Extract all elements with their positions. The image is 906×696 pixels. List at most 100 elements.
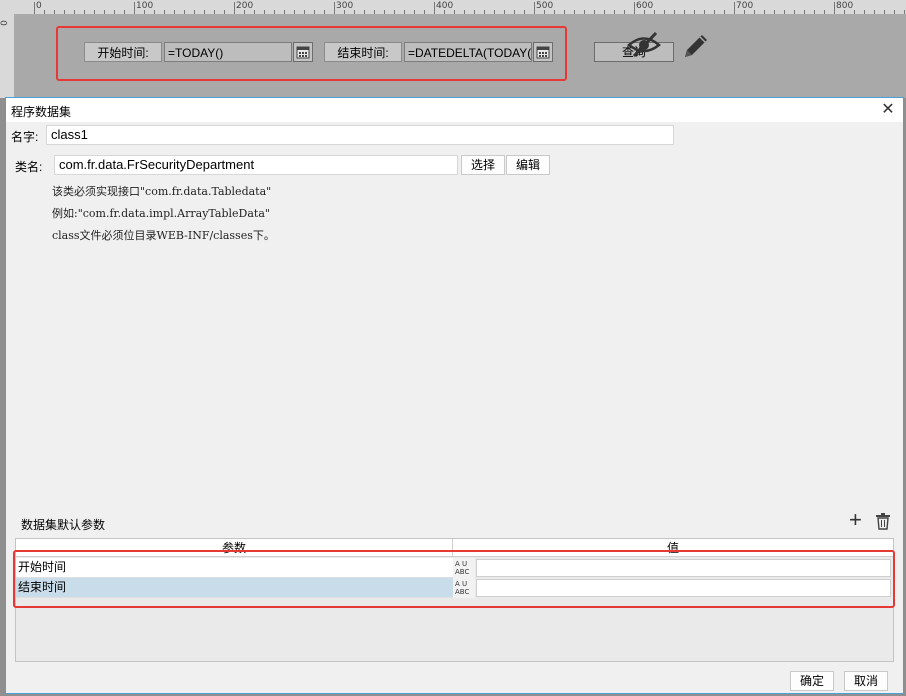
class-input[interactable]: com.fr.data.FrSecurityDepartment bbox=[54, 155, 458, 175]
close-icon[interactable]: ✕ bbox=[879, 101, 897, 119]
ruler-tick bbox=[304, 10, 305, 14]
ruler-tick bbox=[274, 10, 275, 14]
ruler-tick bbox=[44, 10, 45, 14]
ruler-tick bbox=[224, 10, 225, 14]
hint-line: class文件必须位目录WEB-INF/classes下。 bbox=[52, 229, 275, 242]
ruler-tick bbox=[194, 10, 195, 14]
ruler-tick bbox=[744, 10, 745, 14]
name-input[interactable]: class1 bbox=[46, 125, 674, 145]
ruler-tick bbox=[144, 10, 145, 14]
ruler-tick bbox=[434, 2, 435, 14]
left-ruler: 0 bbox=[0, 14, 15, 98]
ruler-tick bbox=[454, 10, 455, 14]
eye-hidden-icon[interactable] bbox=[626, 30, 662, 58]
top-ruler: 0 100 200 300 400 500 600 700 800 bbox=[0, 0, 906, 15]
ruler-tick bbox=[264, 10, 265, 14]
ruler-tick bbox=[134, 2, 135, 14]
ruler-tick bbox=[154, 10, 155, 14]
ruler-tick bbox=[504, 10, 505, 14]
select-button[interactable]: 选择 bbox=[461, 155, 505, 175]
ruler-tick bbox=[724, 10, 725, 14]
ruler-tick bbox=[474, 10, 475, 14]
ruler-tick bbox=[704, 10, 705, 14]
ruler-tick bbox=[884, 10, 885, 14]
name-label: 名字: bbox=[11, 130, 39, 144]
ruler-tick bbox=[874, 10, 875, 14]
highlight-box-params-table bbox=[13, 550, 895, 608]
params-section-title: 数据集默认参数 bbox=[21, 518, 106, 532]
ruler-tick bbox=[614, 10, 615, 14]
ruler-tick bbox=[114, 10, 115, 14]
ruler-tick bbox=[734, 2, 735, 14]
ruler-tick bbox=[684, 10, 685, 14]
ruler-tick bbox=[94, 10, 95, 14]
ruler-tick bbox=[804, 10, 805, 14]
ruler-tick bbox=[574, 10, 575, 14]
hint-line: 该类必须实现接口"com.fr.data.Tabledata" bbox=[52, 185, 272, 198]
ruler-tick bbox=[314, 10, 315, 14]
ok-button[interactable]: 确定 bbox=[790, 671, 834, 691]
ruler-tick bbox=[254, 10, 255, 14]
ruler-tick bbox=[894, 10, 895, 14]
ruler-tick bbox=[634, 2, 635, 14]
ruler-tick bbox=[174, 10, 175, 14]
ruler-tick bbox=[394, 10, 395, 14]
ruler-tick bbox=[604, 10, 605, 14]
ruler-tick bbox=[644, 10, 645, 14]
ruler-tick bbox=[664, 10, 665, 14]
ruler-tick bbox=[124, 10, 125, 14]
ruler-tick bbox=[694, 10, 695, 14]
cancel-button[interactable]: 取消 bbox=[844, 671, 888, 691]
dialog-title: 程序数据集 bbox=[11, 105, 72, 119]
ruler-tick bbox=[34, 2, 35, 14]
edit-button[interactable]: 编辑 bbox=[506, 155, 550, 175]
ruler-tick bbox=[324, 10, 325, 14]
ruler-tick bbox=[104, 10, 105, 14]
ruler-label: 0 bbox=[36, 1, 42, 11]
ruler-tick bbox=[864, 10, 865, 14]
add-icon[interactable]: + bbox=[849, 508, 862, 532]
ruler-tick bbox=[384, 10, 385, 14]
ruler-tick bbox=[834, 2, 835, 14]
ruler-tick bbox=[244, 10, 245, 14]
ruler-tick bbox=[814, 10, 815, 14]
ruler-tick bbox=[564, 10, 565, 14]
hint-line: 例如:"com.fr.data.impl.ArrayTableData" bbox=[52, 207, 270, 220]
trash-icon[interactable] bbox=[875, 512, 891, 530]
ruler-tick bbox=[164, 10, 165, 14]
ruler-tick bbox=[484, 10, 485, 14]
ruler-tick bbox=[234, 2, 235, 14]
ruler-tick bbox=[354, 10, 355, 14]
ruler-tick bbox=[624, 10, 625, 14]
ruler-tick bbox=[64, 10, 65, 14]
ruler-tick bbox=[204, 10, 205, 14]
ruler-tick bbox=[404, 10, 405, 14]
ruler-tick bbox=[534, 2, 535, 14]
ruler-tick bbox=[674, 10, 675, 14]
ruler-label: 0 bbox=[0, 20, 10, 26]
ruler-tick bbox=[334, 2, 335, 14]
ruler-tick bbox=[764, 10, 765, 14]
ruler-tick bbox=[554, 10, 555, 14]
ruler-tick bbox=[544, 10, 545, 14]
ruler-tick bbox=[344, 10, 345, 14]
ruler-tick bbox=[284, 10, 285, 14]
ruler-tick bbox=[794, 10, 795, 14]
ruler-tick bbox=[524, 10, 525, 14]
ruler-tick bbox=[594, 10, 595, 14]
ruler-tick bbox=[714, 10, 715, 14]
ruler-tick bbox=[774, 10, 775, 14]
ruler-tick bbox=[424, 10, 425, 14]
pencil-icon[interactable] bbox=[680, 30, 712, 62]
ruler-tick bbox=[854, 10, 855, 14]
class-label: 类名: bbox=[15, 160, 43, 174]
ruler-tick bbox=[184, 10, 185, 14]
highlight-box-parameters bbox=[56, 26, 567, 81]
ruler-tick bbox=[54, 10, 55, 14]
ruler-tick bbox=[84, 10, 85, 14]
ruler-tick bbox=[784, 10, 785, 14]
program-dataset-dialog: 程序数据集 ✕ 名字: class1 类名: com.fr.data.FrSec… bbox=[5, 97, 904, 694]
ruler-tick bbox=[74, 10, 75, 14]
ruler-tick bbox=[754, 10, 755, 14]
ruler-tick bbox=[364, 10, 365, 14]
